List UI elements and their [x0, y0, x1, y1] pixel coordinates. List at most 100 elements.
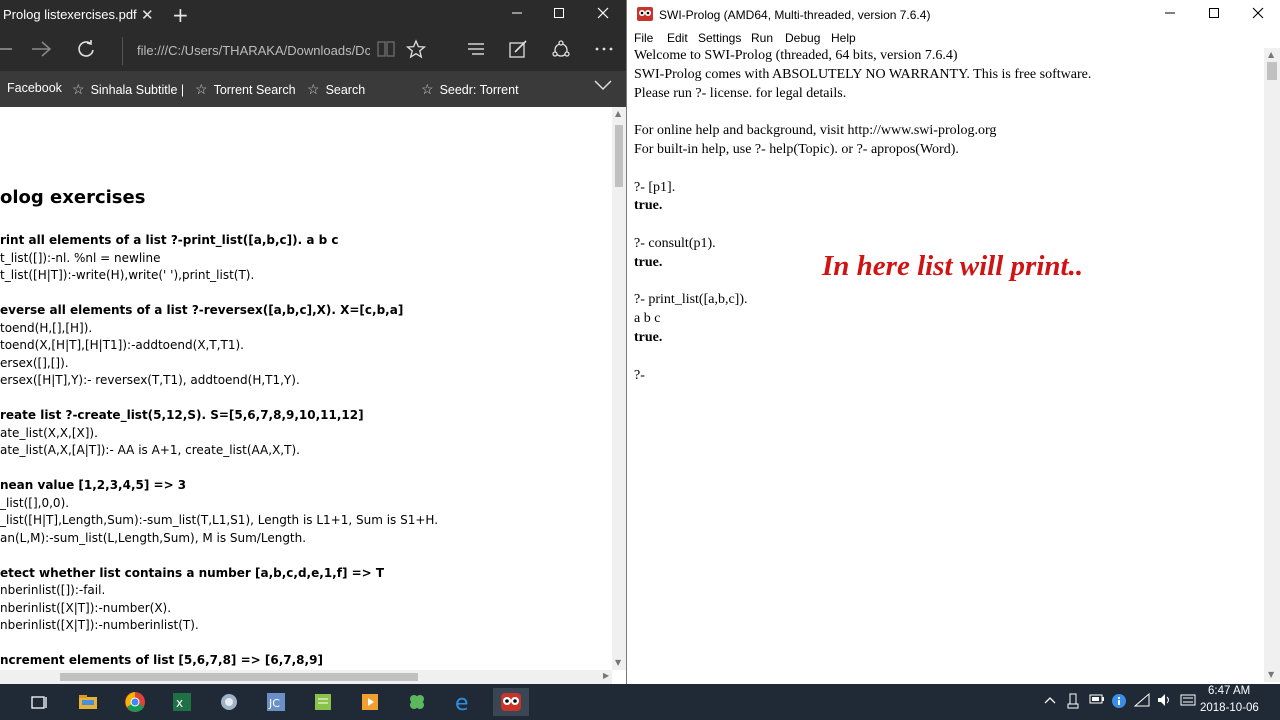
browser-tab[interactable]: Prolog listexercises.pdf ✕: [0, 0, 164, 31]
close-icon: [597, 7, 609, 19]
menu-bar: File Edit Settings Run Debug Help: [627, 30, 1280, 48]
notepad-icon[interactable]: [305, 688, 341, 716]
exercise-heading: rint all elements of a list ?-print_list…: [0, 233, 339, 247]
swi-prolog-owl-icon: [637, 7, 653, 21]
usb-icon[interactable]: [1067, 693, 1079, 713]
maximize-button[interactable]: [536, 0, 582, 31]
battery-icon[interactable]: [1089, 693, 1105, 709]
app-icon[interactable]: [211, 688, 247, 716]
console-line: Welcome to SWI-Prolog (threaded, 64 bits…: [634, 48, 958, 63]
scroll-up-icon[interactable]: ▲: [1268, 50, 1274, 59]
scrollbar-thumb[interactable]: [615, 125, 623, 187]
exercise-heading: ncrement elements of list [5,6,7,8] => […: [0, 653, 323, 667]
vertical-scrollbar[interactable]: ▲ ▼: [1264, 48, 1280, 682]
keyboard-icon[interactable]: [1180, 693, 1196, 711]
windows-taskbar: x JC e 6:47 AM 2018-10-06: [0, 684, 1280, 720]
address-bar[interactable]: file:///C:/Users/THARAKA/Downloads/Dc: [122, 37, 370, 65]
minimize-button[interactable]: [1147, 0, 1193, 30]
horizontal-scrollbar[interactable]: ▶: [0, 670, 612, 684]
tab-title: Prolog listexercises.pdf: [3, 7, 137, 22]
chevron-up-icon[interactable]: [1044, 693, 1056, 709]
web-note-icon[interactable]: [508, 39, 528, 64]
star-icon: ☆: [307, 81, 320, 97]
chevron-down-icon[interactable]: [594, 79, 612, 94]
info-icon[interactable]: [1111, 693, 1127, 713]
back-arrow-icon[interactable]: [0, 39, 12, 64]
swi-prolog-taskbar-icon[interactable]: [493, 688, 529, 716]
close-button[interactable]: [1235, 0, 1280, 30]
favorite-label: Seedr: Torrent: [439, 83, 519, 97]
file-explorer-icon[interactable]: [70, 688, 106, 716]
vertical-scrollbar[interactable]: ▲ ▼: [612, 107, 626, 670]
more-icon[interactable]: [594, 39, 614, 64]
scroll-up-icon[interactable]: ▲: [615, 109, 621, 118]
favorite-label: Facebook: [7, 81, 62, 95]
code-line: ate_list(X,X,[X]).: [0, 425, 98, 440]
media-player-icon[interactable]: [352, 688, 388, 716]
favorite-sinhala-subtitle[interactable]: ☆ Sinhala Subtitle |: [72, 81, 184, 98]
favorite-search[interactable]: ☆ Search: [307, 81, 365, 98]
chrome-icon[interactable]: [117, 688, 153, 716]
maximize-button[interactable]: [1191, 0, 1237, 30]
code-line: t_list([H|T]):-write(H),write(' '),print…: [0, 268, 255, 282]
hub-icon[interactable]: [466, 39, 486, 64]
menu-edit[interactable]: Edit: [667, 31, 688, 45]
scrollbar-thumb[interactable]: [60, 673, 418, 681]
console-line: ?-: [634, 367, 645, 383]
close-icon: [1252, 7, 1264, 19]
reading-view-icon[interactable]: [376, 39, 396, 64]
scroll-right-icon[interactable]: ▶: [603, 671, 609, 680]
favorite-seedr-torrent[interactable]: ☆ Seedr: Torrent: [421, 81, 519, 98]
jc-icon[interactable]: JC: [258, 688, 294, 716]
menu-debug[interactable]: Debug: [785, 31, 820, 45]
start-button[interactable]: [0, 688, 12, 716]
wifi-icon[interactable]: [1133, 692, 1150, 711]
edge-icon[interactable]: e: [446, 688, 482, 716]
tab-close-icon[interactable]: ✕: [141, 6, 154, 24]
exercise-heading: reate list ?-create_list(5,12,S). S=[5,6…: [0, 408, 364, 422]
clock-date[interactable]: 2018-10-06: [1200, 702, 1259, 714]
favorite-facebook[interactable]: Facebook: [7, 81, 62, 95]
favorite-star-icon[interactable]: [405, 39, 427, 64]
console-line: ?- [p1].: [634, 179, 676, 195]
scroll-down-icon[interactable]: ▼: [615, 658, 621, 667]
menu-run[interactable]: Run: [751, 31, 773, 45]
excel-icon[interactable]: x: [164, 688, 200, 716]
favorites-bar: Facebook ☆ Sinhala Subtitle | ☆ Torrent Se…: [0, 71, 626, 107]
task-view-icon[interactable]: [22, 688, 58, 716]
favorite-torrent-search[interactable]: ☆ Torrent Search: [195, 81, 296, 98]
favorite-label: Sinhala Subtitle |: [90, 83, 185, 97]
menu-settings[interactable]: Settings: [698, 31, 741, 45]
prolog-console[interactable]: Welcome to SWI-Prolog (threaded, 64 bits…: [627, 48, 1264, 682]
code-line: nberinlist([X|T]):-numberinlist(T).: [0, 618, 199, 632]
code-line: ate_list(A,X,[A|T]):- AA is A+1, create_…: [0, 443, 300, 457]
clock-time[interactable]: 6:47 AM: [1208, 685, 1250, 697]
forward-arrow-icon[interactable]: [30, 39, 52, 64]
browser-toolbar: file:///C:/Users/THARAKA/Downloads/Dc: [0, 31, 626, 71]
new-tab-button[interactable]: +: [172, 3, 189, 27]
annotation-text: In here list will print..: [822, 250, 1084, 282]
swi-title-bar: SWI-Prolog (AMD64, Multi-threaded, versi…: [627, 0, 1280, 30]
close-button[interactable]: [580, 0, 626, 31]
pdf-document-view: olog exercises rint all elements of a li…: [0, 107, 612, 670]
console-line: ?- print_list([a,b,c]).: [634, 292, 748, 308]
menu-help[interactable]: Help: [831, 31, 856, 45]
window-title: SWI-Prolog (AMD64, Multi-threaded, versi…: [659, 8, 931, 22]
refresh-icon[interactable]: [76, 39, 96, 64]
menu-file[interactable]: File: [634, 31, 653, 45]
scrollbar-thumb[interactable]: [1267, 62, 1277, 80]
exercise-heading: everse all elements of a list ?-reversex…: [0, 303, 404, 317]
console-line: SWI-Prolog comes with ABSOLUTELY NO WARR…: [634, 66, 1092, 82]
minimize-button[interactable]: [494, 0, 540, 31]
exercise-heading: etect whether list contains a number [a,…: [0, 565, 385, 580]
favorite-label: Search: [325, 83, 366, 97]
scroll-down-icon[interactable]: ▼: [1268, 670, 1274, 679]
code-line: _list([],0,0).: [0, 495, 70, 510]
volume-icon[interactable]: [1157, 693, 1173, 711]
console-line: true.: [634, 198, 663, 214]
clover-icon[interactable]: [399, 688, 435, 716]
star-icon: ☆: [195, 81, 208, 97]
share-icon[interactable]: [551, 39, 571, 64]
code-line: ersex([H|T],Y):- reversex(T,T1), addtoen…: [0, 373, 300, 387]
svg-text:JC: JC: [268, 697, 280, 710]
